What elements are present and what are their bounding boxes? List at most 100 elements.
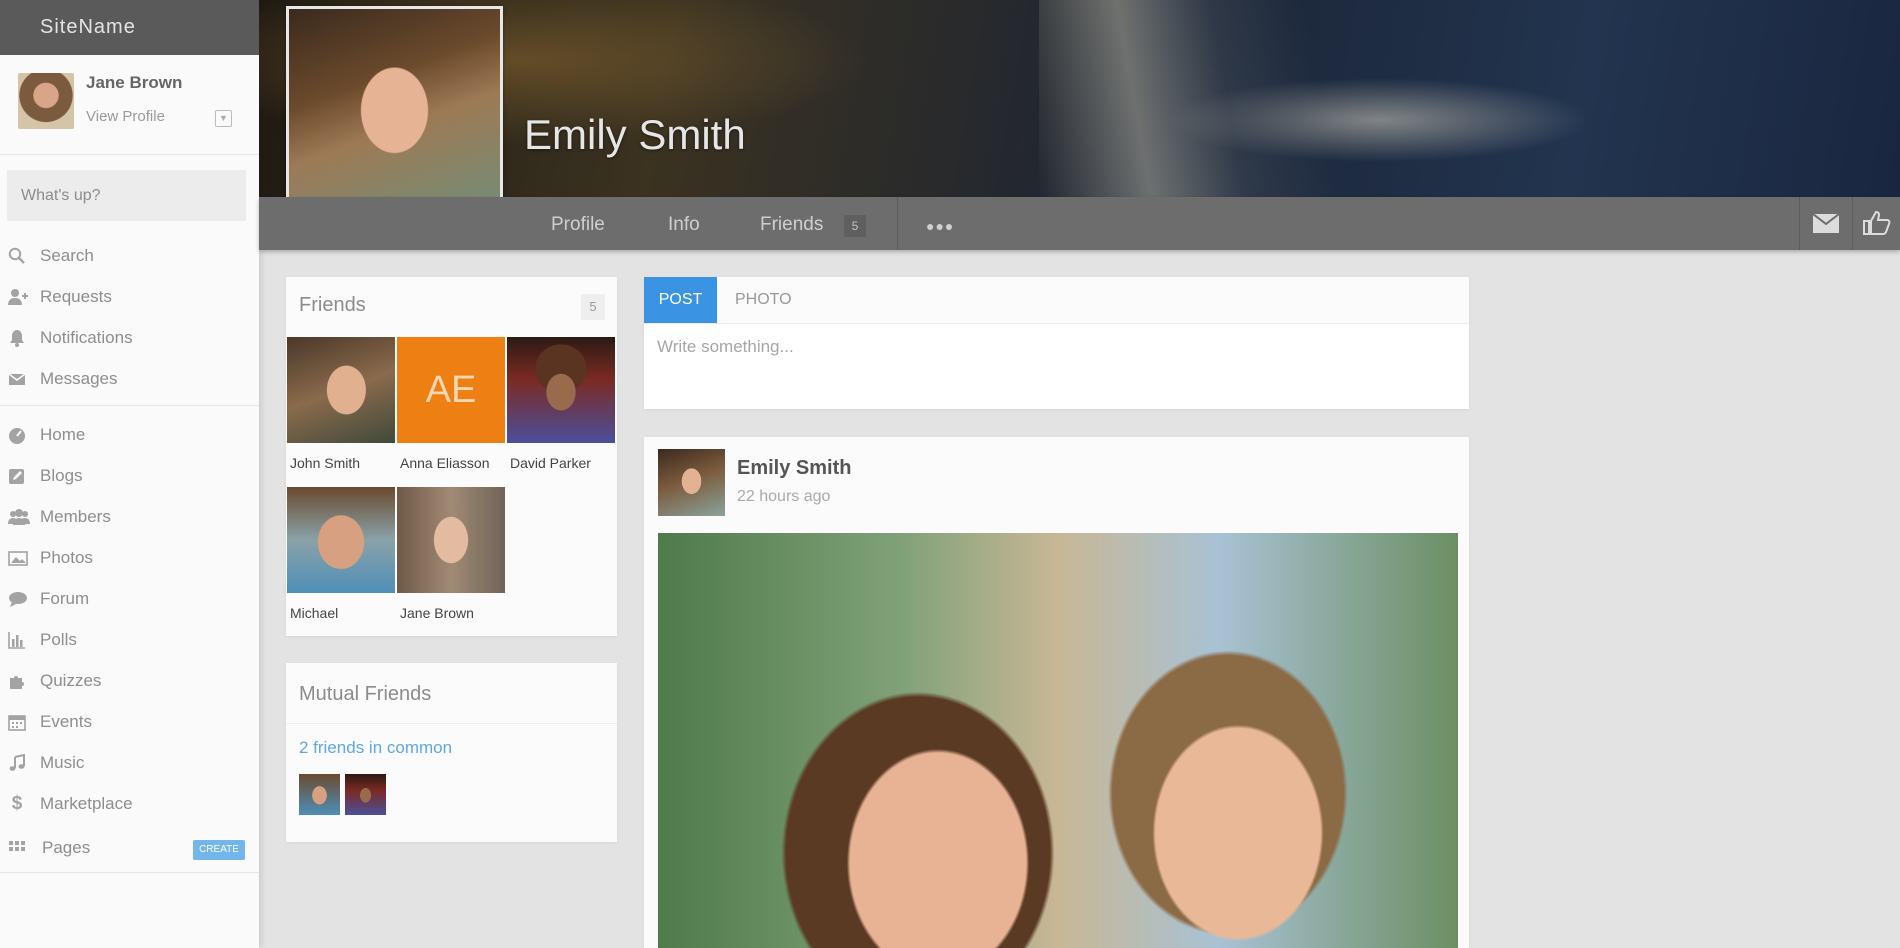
post-timestamp[interactable]: 22 hours ago (737, 488, 830, 506)
edit-icon (8, 467, 26, 485)
sidebar-item-music[interactable]: Music (0, 742, 259, 783)
tab-divider (897, 197, 898, 250)
user-avatar[interactable] (18, 73, 74, 129)
post-author-name[interactable]: Emily Smith (737, 457, 851, 480)
music-icon (8, 753, 26, 772)
cover-photo (259, 0, 1900, 197)
search-icon (8, 247, 26, 265)
grid-icon (8, 839, 26, 857)
envelope-icon (8, 370, 26, 388)
calendar-icon (8, 713, 26, 731)
sidebar-item-label: Forum (40, 589, 90, 608)
friend-name[interactable]: David Parker (510, 455, 615, 471)
sidebar: SiteName Jane Brown View Profile ▼ Searc… (0, 0, 259, 948)
sidebar-item-polls[interactable]: Polls (0, 619, 259, 660)
sidebar-item-requests[interactable]: Requests (0, 276, 259, 317)
sidebar-item-label: Members (40, 507, 111, 526)
thumbs-up-icon (1863, 211, 1891, 235)
post-photo[interactable] (658, 533, 1458, 948)
site-name[interactable]: SiteName (0, 0, 259, 55)
dollar-icon: $ (11, 793, 23, 814)
friends-total-badge: 5 (581, 294, 605, 320)
user-name[interactable]: Jane Brown (86, 73, 182, 93)
sidebar-item-blogs[interactable]: Blogs (0, 455, 259, 496)
composer-tab-photo[interactable]: PHOTO (735, 291, 792, 309)
sidebar-item-home[interactable]: Home (0, 414, 259, 455)
sidebar-item-label: Music (40, 753, 85, 772)
profile-photo[interactable] (286, 6, 503, 223)
tab-info[interactable]: Info (668, 214, 700, 236)
sidebar-item-label: Events (40, 712, 92, 731)
envelope-icon (1813, 214, 1839, 233)
friends-in-common-link[interactable]: 2 friends in common (299, 738, 452, 758)
mutual-friend-avatar[interactable] (299, 774, 340, 815)
users-icon (8, 508, 30, 526)
sidebar-item-label: Home (40, 425, 86, 444)
friends-count-badge: 5 (844, 215, 866, 237)
whats-up-input[interactable] (7, 170, 246, 221)
dashboard-icon (8, 426, 26, 444)
post-composer: POST PHOTO (644, 277, 1469, 409)
friend-tile[interactable]: David Parker (507, 337, 615, 471)
friend-initials-avatar[interactable]: AE (397, 337, 505, 443)
panel-divider (286, 723, 617, 724)
more-options-icon[interactable]: ●●● (926, 218, 954, 234)
friend-photo[interactable] (507, 337, 615, 443)
feed-post: Emily Smith 22 hours ago (644, 437, 1469, 948)
tab-profile[interactable]: Profile (551, 214, 605, 236)
friend-tile[interactable]: Michael (287, 487, 395, 621)
sidebar-item-label: Messages (40, 369, 118, 388)
friends-panel: Friends 5 John Smith AE Anna Eliasson Da… (286, 277, 617, 636)
sidebar-item-label: Polls (40, 630, 77, 649)
friend-name[interactable]: Michael (290, 605, 395, 621)
friend-name[interactable]: Jane Brown (400, 605, 505, 621)
like-button[interactable] (1852, 197, 1900, 250)
sidebar-item-forum[interactable]: Forum (0, 578, 259, 619)
sidebar-item-quizzes[interactable]: Quizzes (0, 660, 259, 701)
sidebar-item-label: Notifications (40, 328, 133, 347)
image-icon (8, 549, 28, 567)
friend-name[interactable]: Anna Eliasson (400, 455, 505, 471)
add-user-icon (8, 288, 28, 306)
sidebar-item-events[interactable]: Events (0, 701, 259, 742)
friends-panel-title[interactable]: Friends (299, 294, 366, 317)
puzzle-icon (8, 672, 26, 690)
message-button[interactable] (1799, 197, 1851, 250)
sidebar-item-notifications[interactable]: Notifications (0, 317, 259, 358)
sidebar-item-marketplace[interactable]: $ Marketplace (0, 783, 259, 824)
user-box: Jane Brown View Profile (0, 55, 259, 155)
sidebar-item-label: Requests (40, 287, 112, 306)
mutual-friends-panel: Mutual Friends 2 friends in common (286, 663, 617, 842)
sidebar-item-photos[interactable]: Photos (0, 537, 259, 578)
sidebar-item-label: Search (40, 246, 94, 265)
mutual-friends-title: Mutual Friends (299, 683, 432, 705)
profile-name: Emily Smith (524, 111, 746, 158)
friend-photo[interactable] (287, 487, 395, 593)
friend-tile[interactable]: AE Anna Eliasson (397, 337, 505, 471)
friend-photo[interactable] (397, 487, 505, 593)
sidebar-nav-primary: Search Requests Notifications Messages (0, 235, 259, 406)
view-profile-link[interactable]: View Profile (86, 108, 165, 125)
tab-friends[interactable]: Friends (760, 214, 823, 236)
friend-name[interactable]: John Smith (290, 455, 395, 471)
friend-tile[interactable]: John Smith (287, 337, 395, 471)
friend-photo[interactable] (287, 337, 395, 443)
post-author-avatar[interactable] (658, 449, 725, 516)
write-something-input[interactable] (644, 323, 1469, 409)
profile-tabbar: Profile Info Friends 5 ●●● (259, 197, 1900, 250)
mutual-friend-avatar[interactable] (345, 774, 386, 815)
sidebar-item-search[interactable]: Search (0, 235, 259, 276)
cover-surfboard-highlight (1039, 0, 1379, 197)
friend-tile[interactable]: Jane Brown (397, 487, 505, 621)
sidebar-item-label: Blogs (40, 466, 83, 485)
chat-icon (8, 590, 27, 608)
composer-tab-post[interactable]: POST (644, 277, 717, 323)
user-menu-dropdown-icon[interactable]: ▼ (215, 110, 232, 127)
sidebar-item-label: Marketplace (40, 794, 133, 813)
create-page-button[interactable]: CREATE (193, 840, 245, 860)
sidebar-item-members[interactable]: Members (0, 496, 259, 537)
sidebar-divider (0, 872, 259, 873)
sidebar-item-messages[interactable]: Messages (0, 358, 259, 399)
sidebar-item-label: Quizzes (40, 671, 102, 690)
bell-icon (8, 329, 26, 347)
